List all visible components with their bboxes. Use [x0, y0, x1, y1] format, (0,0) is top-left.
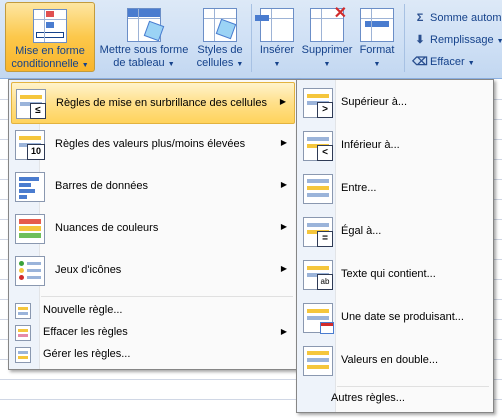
format-as-table-button[interactable]: Mettre sous forme de tableau ▼ [96, 2, 192, 72]
submenu-arrow-icon: ▶ [279, 97, 286, 106]
clear-rules-icon [15, 325, 31, 341]
color-scales-icon [15, 214, 45, 244]
menu-separator [337, 386, 489, 387]
conditional-formatting-menu: ≤ Règles de mise en surbrillance des cel… [8, 79, 298, 370]
format-as-table-label-1: Mettre sous forme [99, 44, 189, 56]
menu-item-label: Règles de mise en surbrillance des cellu… [56, 97, 267, 109]
submenu-item-greater-than[interactable]: > Supérieur à... [299, 82, 491, 124]
submenu-item-date-occurring[interactable]: Une date se produisant... [299, 297, 491, 339]
chevron-down-icon: ▼ [167, 61, 175, 68]
highlight-rules-submenu: > Supérieur à... < Inférieur à... Entre.… [296, 79, 494, 413]
menu-item-top-bottom-rules[interactable]: 10 Règles des valeurs plus/moins élevées… [11, 124, 295, 166]
eraser-icon: ⌫ [412, 56, 428, 68]
ribbon: Mise en forme conditionnelle ▼ Mettre so… [0, 0, 502, 79]
submenu-item-label: Inférieur à... [341, 139, 400, 151]
menu-item-clear-rules[interactable]: Effacer les règles ▶ [11, 322, 295, 344]
submenu-item-label: Valeurs en double... [341, 354, 439, 366]
fill-button[interactable]: ⬇ Remplissage ▼ [412, 30, 502, 50]
highlight-cells-rules-icon: ≤ [16, 89, 46, 119]
chevron-down-icon: ▼ [323, 61, 331, 68]
conditional-formatting-icon [33, 9, 67, 43]
submenu-item-equal-to[interactable]: = Égal à... [299, 211, 491, 253]
format-cells-icon [360, 8, 394, 42]
icon-sets-icon [15, 256, 45, 286]
submenu-item-label: Égal à... [341, 225, 382, 237]
format-label: Format [359, 44, 395, 56]
conditional-formatting-button[interactable]: Mise en forme conditionnelle ▼ [5, 2, 95, 72]
text-contains-icon: ab [303, 260, 333, 290]
submenu-arrow-icon: ▶ [280, 264, 287, 273]
chevron-down-icon: ▼ [236, 61, 244, 68]
submenu-item-less-than[interactable]: < Inférieur à... [299, 125, 491, 167]
duplicate-values-icon [303, 346, 333, 376]
greater-than-icon: > [303, 88, 333, 118]
chevron-down-icon: ▼ [273, 61, 281, 68]
between-icon [303, 174, 333, 204]
menu-item-label: Jeux d'icônes [55, 264, 122, 276]
sigma-icon: Σ [416, 12, 424, 24]
chevron-down-icon: ▼ [81, 62, 89, 69]
menu-item-icon-sets[interactable]: Jeux d'icônes ▶ [11, 250, 295, 292]
insert-label: Insérer [259, 44, 295, 56]
menu-item-label: Gérer les règles... [43, 348, 131, 360]
less-than-icon: < [303, 131, 333, 161]
menu-separator [41, 296, 293, 297]
menu-item-label: Règles des valeurs plus/moins élevées [55, 138, 246, 150]
format-as-table-label-2: de tableau [113, 57, 165, 69]
cell-styles-label-2: cellules [196, 57, 234, 69]
menu-item-data-bars[interactable]: Barres de données ▶ [11, 166, 295, 208]
delete-label: Supprimer [301, 44, 353, 56]
submenu-item-label: Entre... [341, 182, 377, 194]
date-occurring-icon [303, 303, 334, 334]
insert-button[interactable]: Insérer ▼ [254, 2, 300, 72]
cell-styles-button[interactable]: Styles de cellules ▼ [192, 2, 248, 72]
submenu-arrow-icon: ▶ [280, 180, 287, 189]
manage-rules-icon [15, 347, 31, 363]
format-as-table-icon [127, 8, 165, 42]
menu-item-color-scales[interactable]: Nuances de couleurs ▶ [11, 208, 295, 250]
top-bottom-rules-icon: 10 [15, 130, 45, 160]
chevron-down-icon: ▼ [496, 38, 502, 45]
menu-item-label: Nouvelle règle... [43, 304, 123, 316]
menu-item-label: Effacer les règles [43, 326, 128, 338]
menu-item-highlight-rules[interactable]: ≤ Règles de mise en surbrillance des cel… [11, 82, 295, 124]
fill-down-arrow-icon: ⬇ [415, 34, 425, 46]
submenu-arrow-icon: ▶ [280, 327, 287, 336]
submenu-item-duplicate-values[interactable]: Valeurs en double... [299, 340, 491, 382]
submenu-item-label: Supérieur à... [341, 96, 408, 108]
new-rule-icon [15, 303, 31, 319]
autosum-button[interactable]: Σ Somme autom [412, 8, 502, 28]
submenu-arrow-icon: ▶ [280, 138, 287, 147]
conditional-formatting-label-2: conditionnelle [11, 58, 79, 70]
submenu-item-label: Une date se produisant... [341, 311, 464, 323]
submenu-item-text-contains[interactable]: ab Texte qui contient... [299, 254, 491, 296]
cell-styles-icon [203, 8, 237, 42]
conditional-formatting-label-1: Mise en forme [15, 45, 85, 57]
ribbon-separator [404, 4, 405, 72]
format-button[interactable]: Format ▼ [356, 2, 398, 72]
fill-label: Remplissage [430, 34, 494, 46]
clear-label: Effacer [430, 56, 465, 68]
menu-item-new-rule[interactable]: Nouvelle règle... [11, 300, 295, 322]
submenu-item-label: Autres règles... [331, 392, 405, 404]
cell-styles-label-1: Styles de [197, 44, 243, 56]
menu-item-label: Nuances de couleurs [55, 222, 159, 234]
submenu-arrow-icon: ▶ [280, 222, 287, 231]
autosum-label: Somme autom [430, 12, 502, 24]
submenu-item-more-rules[interactable]: Autres règles... [299, 388, 491, 410]
submenu-item-between[interactable]: Entre... [299, 168, 491, 210]
insert-cells-icon [255, 8, 294, 42]
clear-button[interactable]: ⌫ Effacer ▼ [412, 52, 475, 72]
submenu-item-label: Texte qui contient... [341, 268, 436, 280]
delete-button[interactable]: ✕ Supprimer ▼ [298, 2, 356, 72]
menu-item-manage-rules[interactable]: Gérer les règles... [11, 344, 295, 366]
chevron-down-icon: ▼ [467, 60, 475, 67]
equal-to-icon: = [303, 217, 333, 247]
ribbon-separator [251, 4, 252, 72]
menu-item-label: Barres de données [55, 180, 148, 192]
data-bars-icon [15, 172, 45, 202]
delete-cells-icon: ✕ [310, 6, 347, 42]
chevron-down-icon: ▼ [373, 61, 381, 68]
